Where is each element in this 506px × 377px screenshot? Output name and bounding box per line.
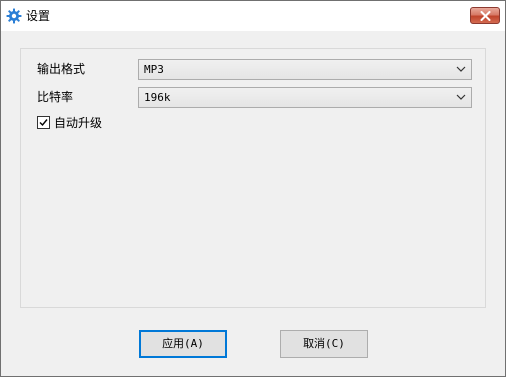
bitrate-label: 比特率: [37, 90, 74, 104]
chevron-down-icon: [456, 66, 466, 72]
format-label: 输出格式: [37, 62, 86, 76]
bitrate-value: 196k: [144, 91, 171, 104]
cancel-button[interactable]: 取消(C): [280, 330, 368, 358]
auto-upgrade-label[interactable]: 自动升级: [54, 115, 102, 131]
title-bar[interactable]: 设置: [1, 1, 505, 31]
format-value: MP3: [144, 63, 164, 76]
close-icon: [480, 11, 491, 21]
chevron-down-icon: [456, 94, 466, 100]
apply-button[interactable]: 应用(A): [139, 330, 227, 358]
window-title: 设置: [26, 9, 51, 23]
checkmark-icon: [39, 119, 48, 127]
format-select[interactable]: MP3: [138, 59, 472, 80]
gear-icon: [6, 8, 22, 24]
bitrate-select[interactable]: 196k: [138, 87, 472, 108]
close-button[interactable]: [470, 7, 500, 24]
auto-upgrade-checkbox[interactable]: [37, 116, 50, 129]
settings-dialog: 设置 输出格式 MP3 比特率 196k 自动升级 应用(A) 取消(C): [0, 0, 506, 377]
